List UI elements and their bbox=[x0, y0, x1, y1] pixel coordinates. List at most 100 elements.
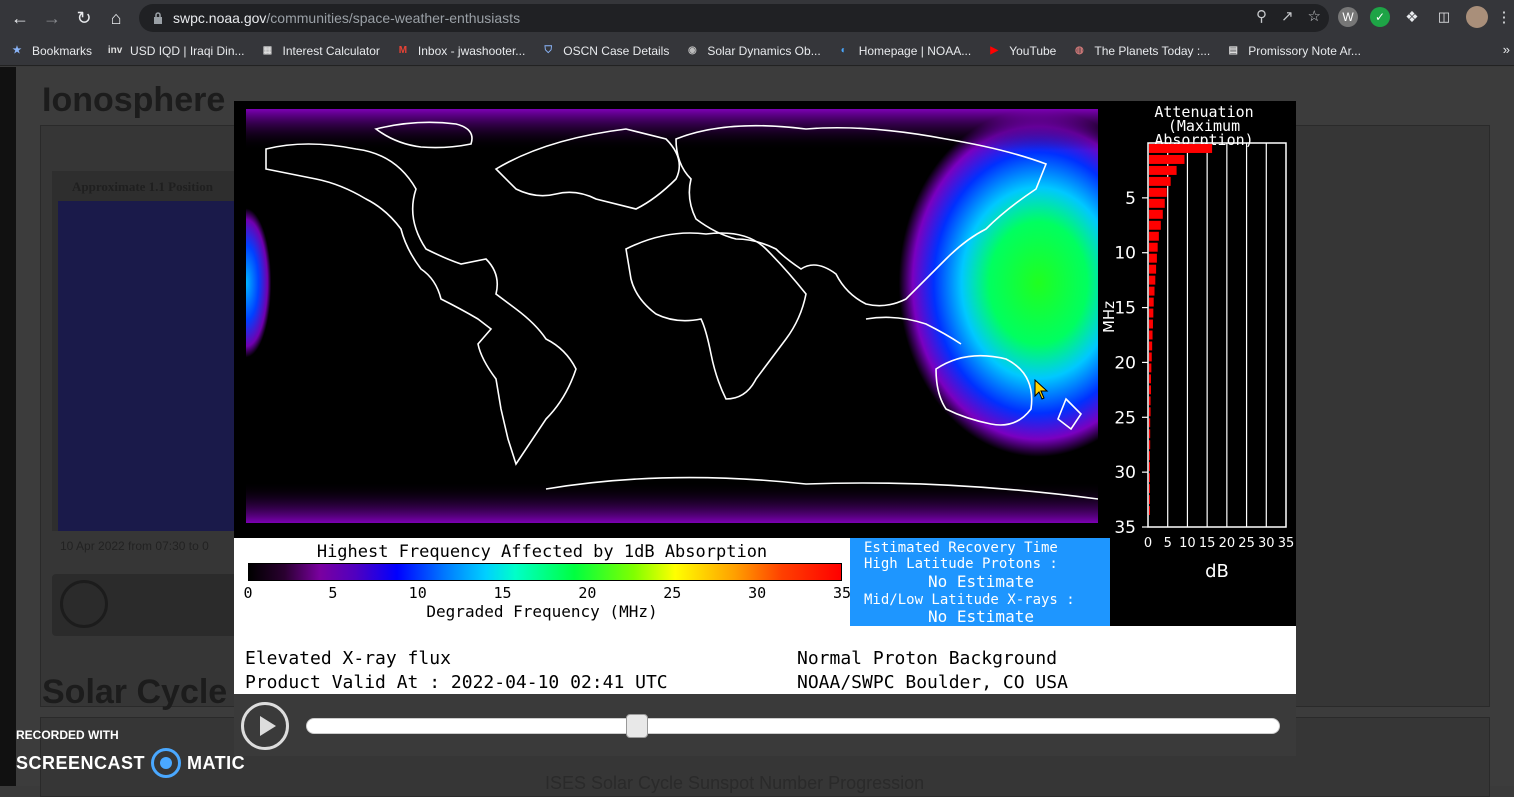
menu-dots-icon[interactable]: ⋮ bbox=[1497, 7, 1512, 27]
side-panel-icon[interactable]: ◫ bbox=[1434, 7, 1454, 27]
left-edge bbox=[0, 67, 16, 786]
bookmark-item[interactable]: M Inbox - jwashooter... bbox=[396, 44, 526, 58]
share-icon[interactable]: ↗ bbox=[1281, 7, 1294, 25]
mid-lat-label: Mid/Low Latitude X-rays : bbox=[864, 592, 1075, 608]
high-lat-label: High Latitude Protons : bbox=[864, 556, 1058, 572]
shield-icon: ⛉ bbox=[544, 45, 553, 56]
address-bar[interactable]: swpc.noaa.gov/communities/space-weather-… bbox=[139, 4, 1329, 32]
bookmark-label: Bookmarks bbox=[32, 43, 93, 58]
star-bookmark-icon[interactable]: ☆ bbox=[1308, 7, 1321, 25]
document-icon: ▤ bbox=[1228, 45, 1238, 56]
attenuation-bar bbox=[1149, 231, 1159, 241]
colorbar-tick: 0 bbox=[243, 584, 253, 602]
attenuation-bar bbox=[1149, 242, 1158, 252]
colorbar-tick: 10 bbox=[408, 584, 427, 602]
timeline-slider[interactable] bbox=[306, 718, 1280, 734]
status-info: Elevated X-ray flux Product Valid At : 2… bbox=[234, 626, 1296, 694]
reload-icon[interactable]: ↻ bbox=[68, 2, 100, 34]
attenuation-bar bbox=[1149, 154, 1185, 164]
inner-panel-title: Approximate 1.1 Position bbox=[72, 179, 213, 194]
bookmark-item[interactable]: ▶ YouTube bbox=[987, 44, 1056, 58]
profile-avatar[interactable] bbox=[1466, 6, 1488, 28]
nasa-icon: ◉ bbox=[687, 45, 697, 56]
x-tick-label: 15 bbox=[1199, 536, 1216, 551]
calculator-icon: ▦ bbox=[262, 45, 273, 56]
x-tick-label: 10 bbox=[1179, 536, 1196, 551]
screencast-watermark: RECORDED WITH SCREENCAST MATIC bbox=[16, 728, 245, 778]
attenuation-bar bbox=[1149, 484, 1150, 494]
attenuation-chart: 0 5 10 15 20 25 30 355101520253035MHzdB bbox=[1102, 142, 1294, 582]
x-tick-label: 25 bbox=[1238, 536, 1255, 551]
bookmarks-bar: ★ Bookmarks inv USD IQD | Iraqi Din... ▦ Inte… bbox=[0, 36, 1514, 66]
home-icon[interactable]: ⌂ bbox=[100, 2, 132, 34]
valid-at: Product Valid At : 2022-04-10 02:41 UTC bbox=[245, 672, 668, 693]
bookmark-label: Promissory Note Ar... bbox=[1248, 43, 1361, 58]
bookmark-item[interactable]: ▦ Interest Calculator bbox=[261, 44, 380, 58]
bookmarks-overflow-icon[interactable]: » bbox=[1503, 42, 1510, 57]
attenuation-bar bbox=[1149, 396, 1151, 406]
check-extension-icon[interactable]: ✓ bbox=[1370, 7, 1390, 27]
bookmark-item[interactable]: ⛉ OSCN Case Details bbox=[541, 43, 670, 58]
attenuation-bar bbox=[1149, 429, 1151, 439]
world-absorption-map bbox=[246, 109, 1098, 523]
attenuation-bar bbox=[1149, 352, 1152, 362]
youtube-icon: ▶ bbox=[990, 45, 999, 56]
solar-cycle-heading: Solar Cycle bbox=[42, 673, 228, 711]
browser-toolbar: ← → ↻ ⌂ swpc.noaa.gov/communities/space-… bbox=[0, 0, 1514, 36]
attenuation-bar bbox=[1149, 165, 1177, 175]
attenuation-bar bbox=[1149, 319, 1153, 329]
bookmark-item[interactable]: inv USD IQD | Iraqi Din... bbox=[107, 43, 245, 58]
bookmark-label: The Planets Today :... bbox=[1094, 43, 1211, 58]
attenuation-bar bbox=[1149, 473, 1150, 483]
legend-title: Highest Frequency Affected by 1dB Absorp… bbox=[316, 542, 768, 562]
attenuation-bar bbox=[1149, 330, 1153, 340]
play-button[interactable] bbox=[241, 702, 289, 750]
planet-icon: ◍ bbox=[1074, 45, 1084, 56]
bookmark-label: YouTube bbox=[1009, 43, 1057, 58]
x-tick-label: 20 bbox=[1219, 536, 1236, 551]
high-lat-value: No Estimate bbox=[928, 572, 1034, 591]
attenuation-bar bbox=[1149, 275, 1156, 285]
attenuation-bar bbox=[1149, 220, 1161, 230]
attenuation-bar bbox=[1149, 440, 1151, 450]
bookmark-label: USD IQD | Iraqi Din... bbox=[130, 43, 245, 58]
solar-cycle-subtitle: ISES Solar Cycle Sunspot Number Progress… bbox=[545, 773, 925, 793]
inner-play-button[interactable] bbox=[60, 580, 108, 628]
attenuation-bar bbox=[1149, 209, 1163, 219]
forward-arrow-icon[interactable]: → bbox=[36, 2, 68, 34]
attenuation-bar bbox=[1149, 144, 1213, 153]
star-icon: ★ bbox=[12, 45, 22, 56]
bookmark-item[interactable]: ◉ Solar Dynamics Ob... bbox=[685, 44, 821, 58]
y-tick-label: 30 bbox=[1114, 463, 1136, 483]
zoom-icon[interactable]: ⚲ bbox=[1256, 7, 1267, 25]
watermark-right-text: MATIC bbox=[187, 752, 246, 773]
x-tick-label: 30 bbox=[1258, 536, 1275, 551]
attenuation-bar bbox=[1149, 418, 1151, 428]
attenuation-plot-frame bbox=[1147, 142, 1287, 528]
frequency-colorbar bbox=[248, 563, 842, 581]
attenuation-bar bbox=[1149, 385, 1151, 395]
colorbar-tick: 30 bbox=[748, 584, 767, 602]
slider-thumb[interactable] bbox=[626, 714, 649, 738]
puzzle-extensions-icon[interactable]: ❖ bbox=[1402, 7, 1422, 27]
colorbar-tick: 25 bbox=[663, 584, 682, 602]
attenuation-bar bbox=[1149, 198, 1165, 208]
attenuation-bar bbox=[1149, 297, 1154, 307]
w-extension-icon[interactable]: W bbox=[1338, 7, 1358, 27]
attenuation-bar bbox=[1149, 462, 1150, 472]
bookmark-item[interactable]: ★ Bookmarks bbox=[10, 43, 93, 58]
colorbar-tick: 15 bbox=[493, 584, 512, 602]
x-axis-label: dB bbox=[1205, 561, 1229, 582]
y-tick-label: 5 bbox=[1125, 189, 1136, 209]
bookmark-label: OSCN Case Details bbox=[563, 43, 670, 58]
attenuation-bar bbox=[1149, 286, 1155, 296]
proton-status: Normal Proton Background bbox=[797, 648, 1058, 669]
inv-icon: inv bbox=[107, 45, 123, 56]
bookmark-item[interactable]: ▤ Promissory Note Ar... bbox=[1226, 43, 1361, 58]
back-arrow-icon[interactable]: ← bbox=[4, 2, 36, 34]
lock-icon bbox=[154, 12, 162, 24]
attenuation-bar bbox=[1149, 363, 1152, 373]
source-credit: NOAA/SWPC Boulder, CO USA bbox=[797, 672, 1068, 693]
bookmark-item[interactable]: ◍ The Planets Today :... bbox=[1072, 44, 1210, 58]
bookmark-item[interactable]: ◐ Homepage | NOAA... bbox=[837, 44, 972, 58]
